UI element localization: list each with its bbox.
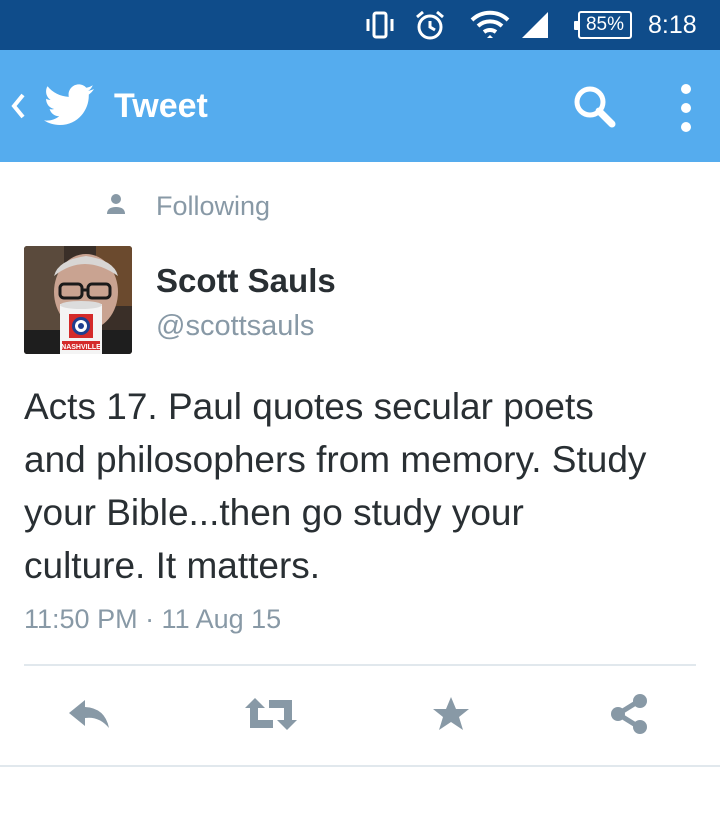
search-button[interactable] [568,80,624,136]
author-handle[interactable]: @scottsauls [156,310,314,343]
favorite-button[interactable] [416,684,486,748]
tweet-text-line: and philosophers from memory. Study [24,439,647,480]
reply-icon [65,696,113,737]
twitter-bird-icon [44,84,94,131]
wifi-icon [466,0,514,50]
tweet-text-line: culture. It matters. [24,545,321,586]
search-icon [568,86,624,140]
battery-level: 85% [585,14,625,35]
tweet-actions [0,666,720,766]
overflow-menu-icon [664,84,708,140]
status-clock: 8:18 [648,11,697,39]
app-bar: Tweet [0,50,720,162]
tweet-text-line: your Bible...then go study your [24,492,524,533]
alarm-icon [410,0,450,50]
back-chevron-icon [10,92,26,125]
share-button[interactable] [594,684,664,748]
reply-button[interactable] [54,684,124,748]
social-context-label: Following [156,190,271,221]
overflow-menu-button[interactable] [664,80,708,136]
battery-icon: 85% [574,11,632,39]
app-title: Tweet [114,87,208,125]
favorite-star-icon [431,695,471,738]
avatar[interactable]: NASHVILLE [24,246,132,354]
vibrate-icon [360,0,400,50]
person-icon [104,192,128,221]
tweet-text: Acts 17. Paul quotes secular poets and p… [24,380,714,592]
share-icon [608,692,650,741]
social-context: Following [104,186,270,226]
author-name[interactable]: Scott Sauls [156,262,336,300]
signal-icon [518,0,552,50]
retweet-button[interactable] [236,684,306,748]
tweet-timestamp: 11:50 PM · 11 Aug 15 [24,604,282,634]
back-button[interactable] [0,50,110,162]
divider [0,765,720,767]
retweet-icon [243,696,299,737]
tweet-text-line: Acts 17. Paul quotes secular poets [24,386,594,427]
status-bar: 85% 8:18 [0,0,720,50]
avatar-mug-text: NASHVILLE [61,344,101,351]
